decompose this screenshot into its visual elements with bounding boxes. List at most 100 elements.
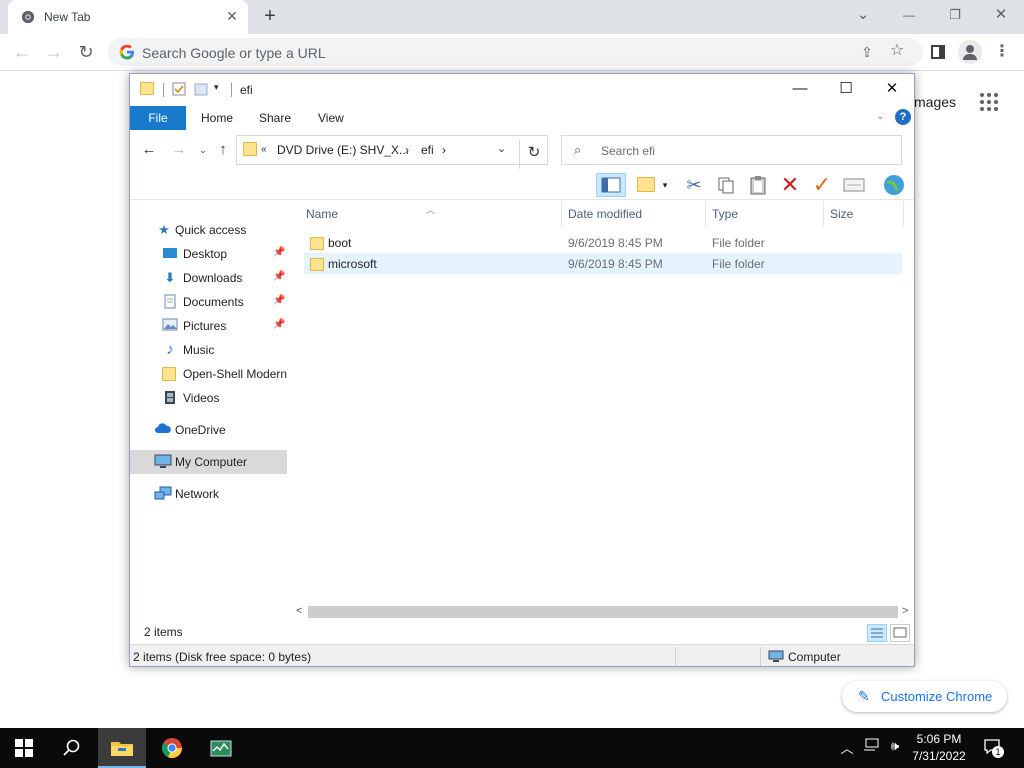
recent-locations-icon[interactable]: ⌄	[194, 141, 212, 159]
nav-item-downloads[interactable]: ⬇ Downloads 📌	[130, 266, 287, 290]
scroll-left-icon[interactable]: <	[296, 605, 302, 617]
nav-item-open-shell[interactable]: Open-Shell Modern	[130, 362, 287, 386]
view-dropdown-icon[interactable]: ▾	[659, 173, 671, 197]
chrome-menu-icon[interactable]: ⋮	[990, 40, 1014, 64]
new-tab-button[interactable]: +	[258, 6, 282, 28]
status-bar: 2 items (Disk free space: 0 bytes) Compu…	[130, 644, 914, 666]
new-folder-icon[interactable]	[194, 82, 208, 96]
bookmark-star-icon[interactable]: ☆	[888, 42, 906, 60]
address-bar[interactable]: « DVD Drive (E:) SHV_X... › efi › ⌄ ↻	[236, 135, 548, 169]
show-hidden-icons-icon[interactable]: ︿	[838, 738, 856, 757]
close-tab-icon[interactable]: ✕	[224, 8, 240, 24]
forward-arrow-icon[interactable]: →	[170, 141, 188, 159]
share-icon[interactable]: ⇪	[858, 43, 876, 61]
scroll-right-icon[interactable]: >	[902, 605, 908, 617]
tab-view[interactable]: View	[318, 106, 344, 130]
column-header-date[interactable]: Date modified	[562, 201, 706, 227]
customize-chrome-button[interactable]: ✎ Customize Chrome	[842, 681, 1007, 712]
system-clock[interactable]: 5:06 PM 7/31/2022	[908, 731, 970, 765]
minimize-button[interactable]: —	[898, 4, 920, 26]
taskbar-chrome[interactable]	[148, 728, 196, 768]
globe-icon[interactable]	[882, 173, 906, 197]
folder-icon	[140, 82, 154, 96]
quick-access-dropdown-icon[interactable]: ▾	[214, 82, 228, 96]
nav-item-my-computer[interactable]: My Computer	[130, 450, 287, 474]
copy-icon[interactable]	[714, 173, 738, 197]
tab-title: New Tab	[44, 10, 91, 24]
explorer-maximize-button[interactable]: ☐	[823, 74, 869, 104]
search-button[interactable]	[48, 728, 96, 768]
taskbar-file-explorer[interactable]	[98, 728, 146, 768]
breadcrumb-overflow[interactable]: «	[261, 144, 267, 155]
window-title: efi	[240, 83, 253, 97]
nav-item-desktop[interactable]: Desktop 📌	[130, 242, 287, 266]
nav-item-pictures[interactable]: Pictures 📌	[130, 314, 287, 338]
notifications-icon[interactable]: 1	[982, 738, 1004, 759]
taskbar-app[interactable]	[197, 728, 245, 768]
explorer-minimize-button[interactable]: —	[777, 74, 823, 104]
horizontal-scrollbar[interactable]: < >	[294, 604, 914, 620]
expand-ribbon-icon[interactable]: ⌄	[876, 111, 884, 122]
file-row[interactable]: microsoft 9/6/2019 8:45 PM File folder	[304, 253, 902, 274]
reload-icon[interactable]: ↻	[74, 40, 98, 64]
address-row: ← → ⌄ ↑ « DVD Drive (E:) SHV_X... › efi …	[130, 132, 914, 169]
cut-icon[interactable]: ✂	[682, 173, 706, 197]
search-input[interactable]: ⌕ Search efi	[561, 135, 902, 165]
email-icon[interactable]	[842, 173, 866, 197]
nav-label: My Computer	[175, 455, 248, 469]
network-icon[interactable]	[862, 738, 880, 755]
properties-check-icon[interactable]	[172, 82, 186, 96]
profile-avatar-icon[interactable]	[958, 40, 982, 64]
start-button[interactable]	[0, 728, 48, 768]
navigation-pane-icon[interactable]	[596, 173, 626, 197]
tab-share[interactable]: Share	[259, 106, 291, 130]
tab-file[interactable]: File	[130, 106, 186, 130]
up-arrow-icon[interactable]: ↑	[214, 141, 232, 159]
nav-item-music[interactable]: ♪ Music	[130, 338, 287, 362]
back-arrow-icon[interactable]: ←	[140, 141, 158, 159]
large-icons-view-icon[interactable]	[890, 624, 910, 642]
nav-item-videos[interactable]: Videos	[130, 386, 287, 410]
breadcrumb-sep[interactable]: ›	[442, 143, 446, 157]
customize-chrome-label: Customize Chrome	[881, 689, 993, 704]
nav-label: Open-Shell Modern	[183, 367, 287, 381]
google-apps-icon[interactable]	[980, 93, 1000, 113]
close-window-button[interactable]: ✕	[990, 4, 1012, 26]
breadcrumb-drive[interactable]: DVD Drive (E:) SHV_X...	[277, 143, 409, 157]
nav-item-documents[interactable]: Documents 📌	[130, 290, 287, 314]
explorer-close-button[interactable]: ✕	[869, 74, 914, 104]
nav-label: Videos	[183, 391, 220, 405]
tab-new-tab[interactable]: New Tab ✕	[8, 0, 248, 34]
refresh-icon[interactable]: ↻	[519, 139, 548, 169]
breadcrumb-efi[interactable]: efi	[421, 143, 434, 157]
file-row[interactable]: boot 9/6/2019 8:45 PM File folder	[304, 232, 902, 253]
help-icon[interactable]: ?	[895, 109, 911, 125]
item-count-bar: 2 items	[130, 621, 914, 643]
tab-search-button[interactable]: ⌄	[852, 4, 874, 26]
details-view-icon[interactable]	[867, 624, 887, 642]
nav-item-quick-access[interactable]: ★ Quick access	[130, 218, 287, 242]
breadcrumb-sep[interactable]: ›	[405, 143, 409, 157]
nav-label: Documents	[183, 295, 244, 309]
restore-button[interactable]: ❐	[944, 4, 966, 26]
address-dropdown-icon[interactable]: ⌄	[497, 142, 506, 155]
volume-icon[interactable]: 🕪	[886, 738, 904, 754]
forward-arrow-icon[interactable]: →	[42, 40, 66, 64]
tab-home[interactable]: Home	[201, 106, 233, 130]
omnibox[interactable]: Search Google or type a URL ⇪ ☆	[108, 38, 923, 66]
column-header-name[interactable]: Name ︿	[300, 201, 562, 227]
nav-item-onedrive[interactable]: OneDrive	[130, 418, 287, 442]
nav-item-network[interactable]: Network	[130, 482, 287, 506]
view-folder-icon[interactable]	[635, 173, 659, 197]
paste-icon[interactable]	[746, 173, 770, 197]
star-icon: ★	[158, 222, 170, 237]
side-panel-icon[interactable]	[926, 40, 950, 64]
properties-checkmark-icon[interactable]: ✓	[810, 173, 834, 197]
column-header-type[interactable]: Type	[706, 201, 824, 227]
delete-icon[interactable]: ✕	[778, 173, 802, 197]
scrollbar-thumb[interactable]	[308, 606, 898, 618]
ntp-images-link[interactable]: mages	[914, 94, 956, 110]
column-header-size[interactable]: Size	[824, 201, 904, 227]
pin-icon: 📌	[273, 247, 286, 258]
back-arrow-icon[interactable]: ←	[10, 40, 34, 64]
